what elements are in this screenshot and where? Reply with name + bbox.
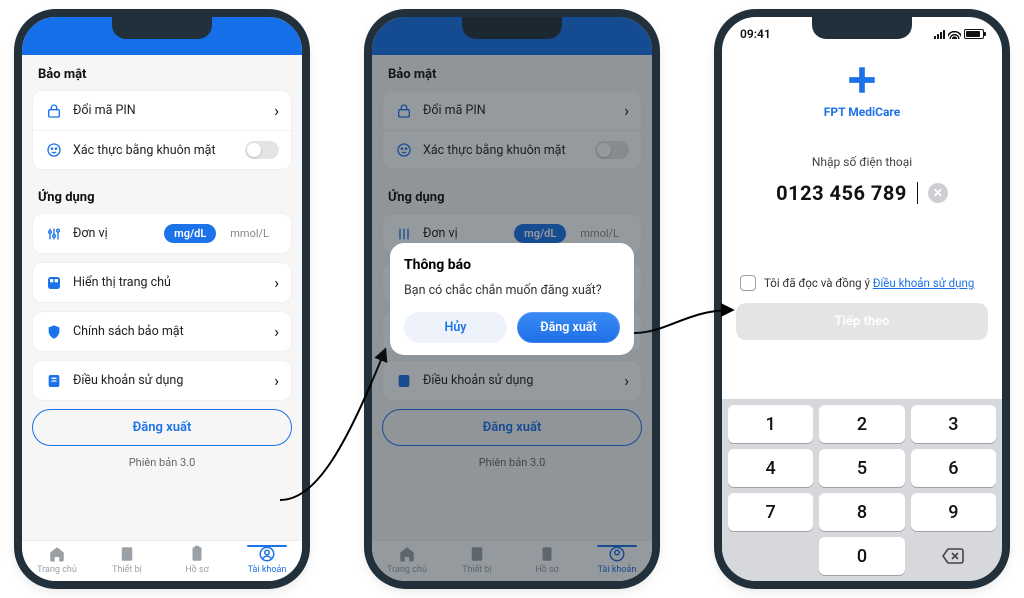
row-label: Xác thực bằng khuôn mặt <box>73 143 235 158</box>
row-terms[interactable]: Điều khoản sử dụng › <box>33 361 291 400</box>
tab-account[interactable]: Tài khoản <box>232 545 302 575</box>
key-3[interactable]: 3 <box>911 405 996 443</box>
row-label: Điều khoản sử dụng <box>73 373 264 388</box>
clear-button[interactable]: ✕ <box>928 183 948 203</box>
chevron-right-icon: › <box>274 322 279 341</box>
sliders-icon <box>45 225 63 243</box>
key-6[interactable]: 6 <box>911 449 996 487</box>
key-blank <box>728 537 813 575</box>
plus-icon <box>845 63 879 97</box>
row-label: Đơn vị <box>73 226 154 241</box>
signal-icon <box>934 29 945 39</box>
phone-value: 0123 456 789 <box>776 181 907 205</box>
unit-mmol-button[interactable]: mmol/L <box>220 224 279 243</box>
layout-icon <box>45 274 63 292</box>
dialog-title: Thông báo <box>404 257 620 273</box>
tos-text: Tôi đã đọc và đồng ý Điều khoản sử dụng <box>764 276 974 290</box>
row-label: Hiển thị trang chủ <box>73 275 264 290</box>
section-security-title: Bảo mật <box>32 55 292 90</box>
tos-row: Tôi đã đọc và đồng ý Điều khoản sử dụng <box>722 275 1002 291</box>
key-4[interactable]: 4 <box>728 449 813 487</box>
phone-account-settings: 09:41 Tài khoản Bảo mật Đổi mã PIN › <box>14 9 310 589</box>
modal-overlay[interactable]: Thông báo Bạn có chắc chắn muốn đăng xuấ… <box>372 17 652 581</box>
status-time: 09:41 <box>40 9 71 13</box>
next-button[interactable]: Tiếp theo <box>736 303 988 340</box>
text-cursor <box>917 182 918 204</box>
row-homepage[interactable]: Hiển thị trang chủ › <box>33 263 291 302</box>
backspace-icon <box>941 547 965 565</box>
dialog-message: Bạn có chắc chắn muốn đăng xuất? <box>404 283 620 298</box>
section-app-title: Ứng dụng <box>32 178 292 213</box>
wifi-icon <box>948 29 961 39</box>
tab-records[interactable]: Hồ sơ <box>162 545 232 575</box>
status-bar: 09:41 <box>372 9 652 17</box>
key-9[interactable]: 9 <box>911 493 996 531</box>
status-icons <box>234 9 284 11</box>
tab-bar: Trang chủ Thiết bị Hồ sơ Tài khoản <box>22 540 302 581</box>
row-label: Đổi mã PIN <box>73 103 264 118</box>
chevron-right-icon: › <box>274 371 279 390</box>
battery-icon <box>964 29 984 39</box>
battery-icon <box>264 9 284 11</box>
face-id-icon <box>45 141 63 159</box>
document-icon <box>45 372 63 390</box>
status-icons <box>934 29 984 39</box>
row-change-pin[interactable]: Đổi mã PIN › <box>33 91 291 130</box>
numeric-keypad: 1 2 3 4 5 6 7 8 9 0 <box>722 399 1002 581</box>
device-notch <box>812 17 912 39</box>
brand-name: FPT MediCare <box>722 105 1002 119</box>
row-unit: Đơn vị mg/dL mmol/L <box>33 214 291 253</box>
face-auth-toggle[interactable] <box>245 141 279 159</box>
version-label: Phiên bản 3.0 <box>22 446 302 475</box>
dialog-cancel-button[interactable]: Hủy <box>404 312 507 343</box>
status-time: 09:41 <box>740 27 771 41</box>
tab-devices[interactable]: Thiết bị <box>92 545 162 575</box>
row-privacy[interactable]: Chính sách bảo mật › <box>33 312 291 351</box>
key-8[interactable]: 8 <box>819 493 904 531</box>
device-notch <box>112 17 212 39</box>
signal-icon <box>584 9 595 11</box>
key-7[interactable]: 7 <box>728 493 813 531</box>
tos-link[interactable]: Điều khoản sử dụng <box>873 276 975 290</box>
battery-icon <box>614 9 634 11</box>
status-icons <box>584 9 634 11</box>
phone-login: 09:41 FPT MediCare Nhập số điện thoại 01… <box>714 9 1010 589</box>
brand: FPT MediCare <box>722 63 1002 119</box>
logout-dialog: Thông báo Bạn có chắc chắn muốn đăng xuấ… <box>390 243 634 355</box>
phone-prompt: Nhập số điện thoại <box>722 155 1002 169</box>
status-bar: 09:41 <box>22 9 302 17</box>
row-label: Chính sách bảo mật <box>73 324 264 339</box>
key-backspace[interactable] <box>911 537 996 575</box>
unit-mgdl-button[interactable]: mg/dL <box>164 224 216 243</box>
logout-button[interactable]: Đăng xuất <box>32 409 292 446</box>
shield-icon <box>45 323 63 341</box>
tab-home[interactable]: Trang chủ <box>22 545 92 575</box>
key-5[interactable]: 5 <box>819 449 904 487</box>
phone-input[interactable]: 0123 456 789 ✕ <box>722 181 1002 205</box>
key-2[interactable]: 2 <box>819 405 904 443</box>
chevron-right-icon: › <box>274 101 279 120</box>
status-time: 09:41 <box>390 9 421 13</box>
signal-icon <box>234 9 245 11</box>
phone-logout-dialog: 09:41 Tài khoản Bảo mật Đổi mã PIN› Xác … <box>364 9 660 589</box>
row-face-auth[interactable]: Xác thực bằng khuôn mặt <box>33 130 291 169</box>
tos-checkbox[interactable] <box>740 275 756 291</box>
lock-icon <box>45 102 63 120</box>
dialog-confirm-button[interactable]: Đăng xuất <box>517 312 620 343</box>
key-1[interactable]: 1 <box>728 405 813 443</box>
chevron-right-icon: › <box>274 273 279 292</box>
wifi-icon <box>598 9 611 11</box>
wifi-icon <box>248 9 261 11</box>
key-0[interactable]: 0 <box>819 537 904 575</box>
